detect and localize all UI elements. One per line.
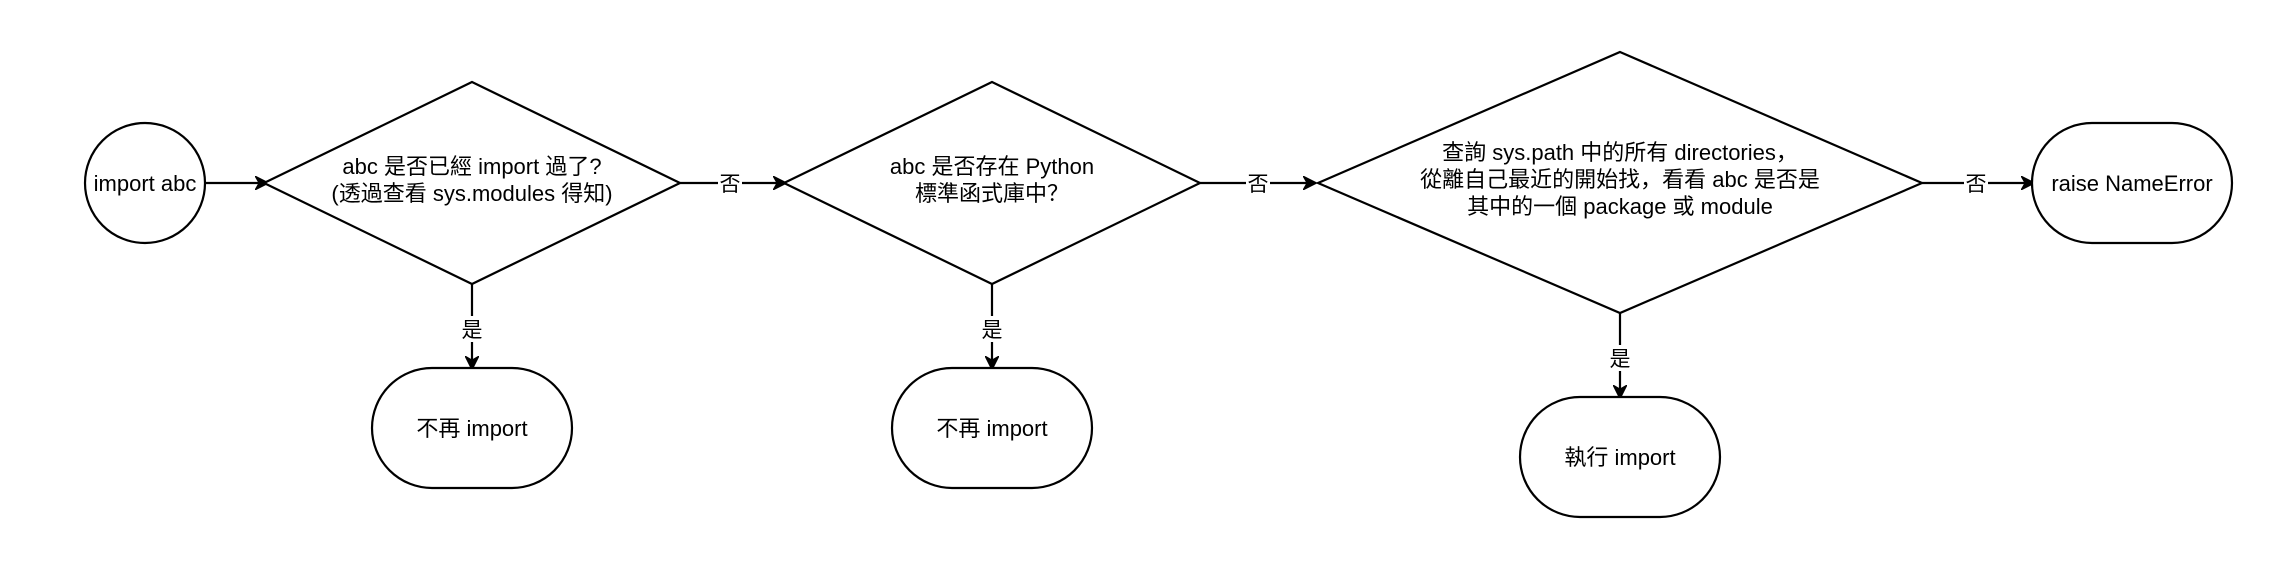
edge-label-no: 否 (1248, 173, 1269, 196)
node-not-import-1-label: 不再 import (416, 416, 527, 441)
node-do-import-label: 執行 import (1564, 445, 1675, 470)
node-raise-error: raise NameError (2030, 121, 2234, 245)
edge-check-stdlib-yes: 是 (980, 284, 1004, 368)
node-check-imported-line-1: abc 是否已經 import 過了? (342, 154, 601, 179)
edge-check-syspath-no: 否 (1922, 170, 2033, 196)
node-check-imported: abc 是否已經 import 過了? (透過查看 sys.modules 得知… (261, 80, 683, 286)
node-check-stdlib-line-1: abc 是否存在 Python (890, 154, 1094, 179)
node-not-import-2: 不再 import (890, 366, 1094, 490)
node-check-syspath: 查詢 sys.path 中的所有 directories， 從離自己最近的開始找… (1315, 50, 1925, 315)
node-not-import-1: 不再 import (370, 366, 574, 490)
edge-check-imported-yes: 是 (460, 284, 484, 368)
node-start-label: import abc (94, 171, 197, 196)
node-start: import abc (83, 121, 207, 245)
node-check-stdlib-line-2: 標準函式庫中？ (915, 181, 1069, 206)
node-not-import-2-label: 不再 import (936, 416, 1047, 441)
edge-label-yes: 是 (462, 319, 483, 342)
node-do-import: 執行 import (1518, 395, 1722, 519)
edge-label-yes: 是 (1610, 348, 1631, 371)
node-check-syspath-line-2: 從離自己最近的開始找，看看 abc 是否是 (1420, 167, 1820, 192)
node-check-stdlib: abc 是否存在 Python 標準函式庫中？ (781, 80, 1203, 286)
edge-label-no: 否 (720, 173, 741, 196)
edge-check-stdlib-no: 否 (1200, 170, 1315, 196)
edge-label-no: 否 (1966, 173, 1987, 196)
edge-check-imported-no: 否 (680, 170, 785, 196)
edge-label-yes: 是 (982, 319, 1003, 342)
flowchart: 否 是 否 是 否 是 import abc abc 是否已經 import 過… (83, 50, 2234, 519)
node-check-syspath-line-1: 查詢 sys.path 中的所有 directories， (1442, 140, 1798, 165)
node-check-syspath-line-3: 其中的一個 package 或 module (1467, 194, 1773, 219)
edge-check-syspath-yes: 是 (1608, 313, 1632, 397)
node-check-imported-line-2: (透過查看 sys.modules 得知) (331, 181, 612, 206)
node-raise-error-label: raise NameError (2051, 171, 2212, 196)
